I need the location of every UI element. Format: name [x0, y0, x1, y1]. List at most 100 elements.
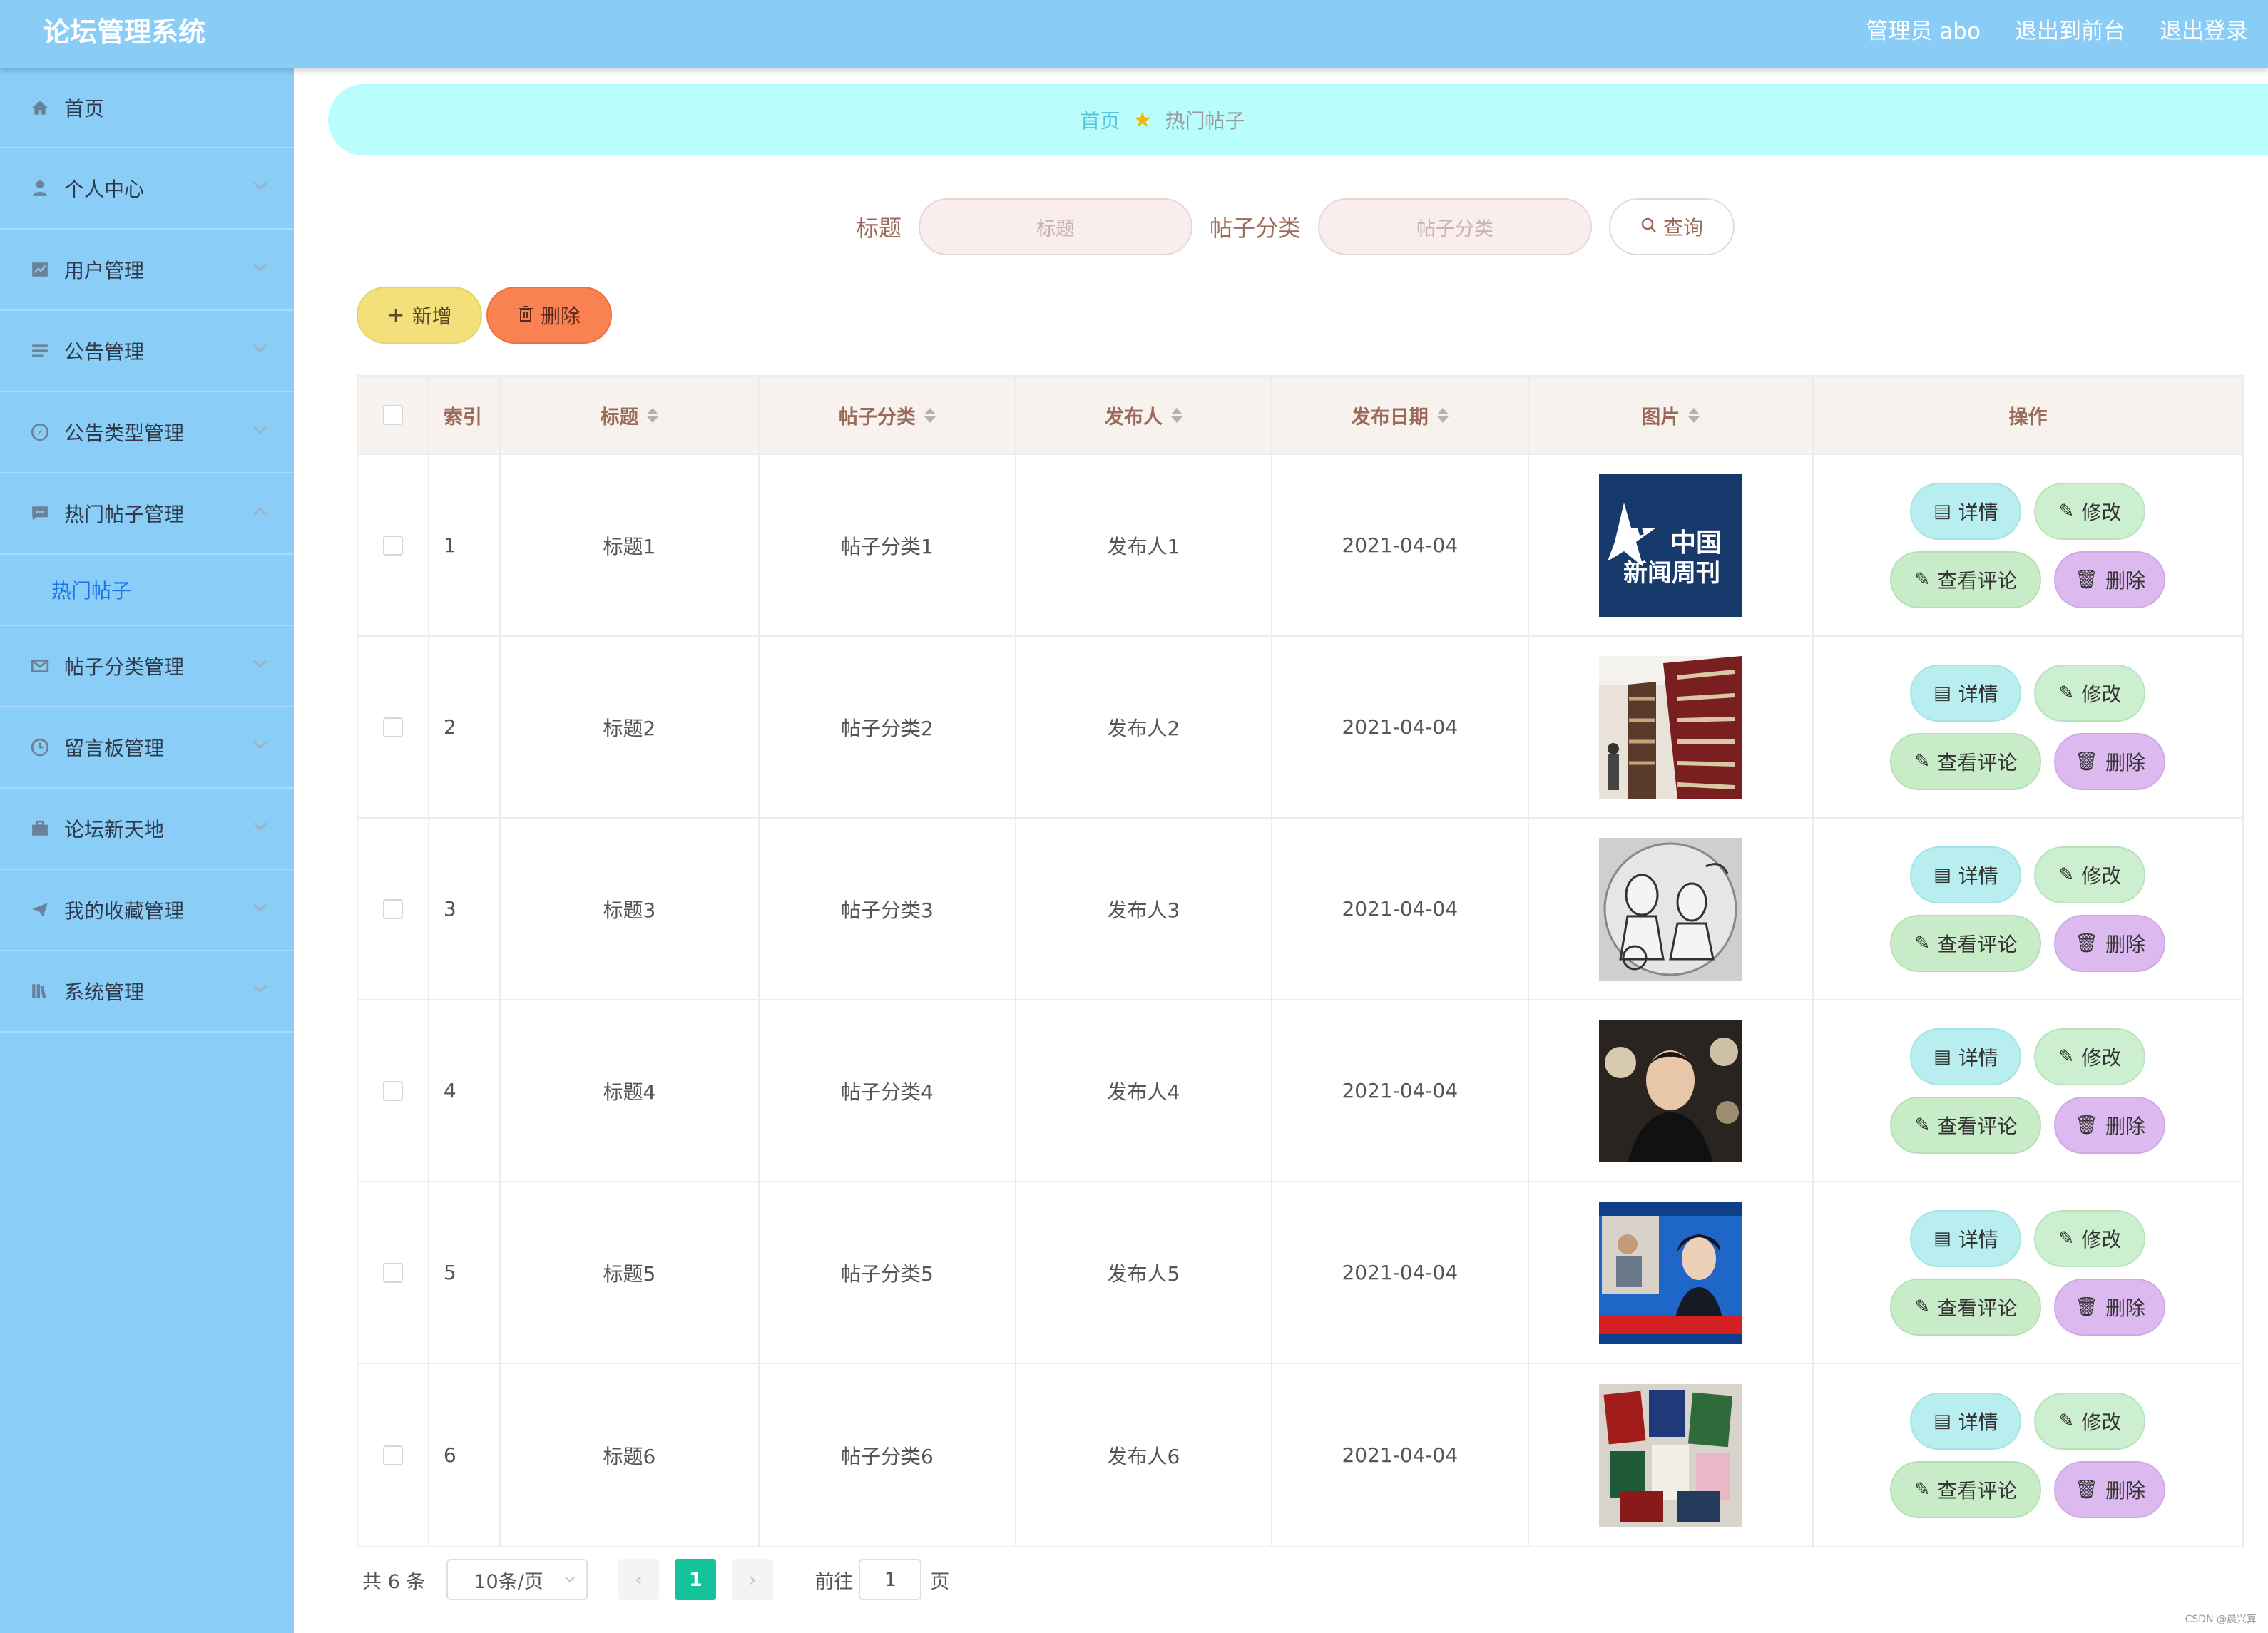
edit-button[interactable]: ✎ 修改	[2034, 1392, 2146, 1450]
edit-button[interactable]: ✎ 修改	[2034, 846, 2146, 903]
exit-to-front-link[interactable]: 退出到前台	[2015, 13, 2125, 45]
edit-button[interactable]: ✎ 修改	[2034, 664, 2146, 722]
search-form: 标题 标题 帖子分类 帖子分类 查询	[856, 198, 1735, 255]
image-cell	[1529, 637, 1814, 817]
edit-button[interactable]: ✎ 修改	[2034, 482, 2146, 540]
pencil-icon: ✎	[1914, 568, 1931, 590]
delete-button[interactable]: 🗑 删除	[2054, 1460, 2166, 1518]
view-comments-button[interactable]: ✎ 查看评论	[1890, 1096, 2042, 1154]
row-checkbox[interactable]	[382, 1262, 403, 1283]
sort-icon[interactable]	[647, 407, 659, 423]
post-thumbnail[interactable]	[1599, 655, 1742, 799]
header-date[interactable]: 发布日期	[1272, 377, 1529, 454]
sort-icon[interactable]	[1688, 407, 1700, 423]
sort-icon[interactable]	[1436, 407, 1449, 423]
sort-icon[interactable]	[1170, 407, 1182, 423]
detail-button[interactable]: ▤ 详情	[1910, 664, 2022, 722]
admin-label: 管理员 abo	[1866, 19, 1981, 44]
document-icon: ▤	[1934, 1045, 1951, 1068]
sidebar-item-system[interactable]: 系统管理	[0, 951, 294, 1033]
post-thumbnail[interactable]	[1599, 1019, 1742, 1162]
sidebar-item-hot-posts[interactable]: 热门帖子管理	[0, 473, 294, 555]
batch-delete-button[interactable]: 删除	[486, 287, 612, 344]
sidebar-item-users[interactable]: 用户管理	[0, 230, 294, 311]
query-button-label: 查询	[1663, 216, 1704, 240]
top-right-links: 管理员 abo 退出到前台 退出登录	[1866, 13, 2249, 45]
detail-button[interactable]: ▤ 详情	[1910, 846, 2022, 903]
row-checkbox-cell	[358, 637, 429, 817]
top-navbar: 论坛管理系统 管理员 abo 退出到前台 退出登录	[0, 0, 2268, 68]
delete-button[interactable]: 🗑 删除	[2054, 551, 2166, 608]
pencil-icon: ✎	[1914, 1296, 1931, 1318]
logout-link[interactable]: 退出登录	[2160, 13, 2248, 45]
publisher-cell: 发布人6	[1016, 1364, 1273, 1546]
ops-cell: ▤ 详情 ✎ 修改 ✎ 查看评论 🗑 删除	[1814, 455, 2242, 635]
sidebar-item-message-board[interactable]: 留言板管理	[0, 707, 294, 789]
view-comments-button[interactable]: ✎ 查看评论	[1890, 732, 2042, 790]
table-row: 5 标题5 帖子分类5 发布人5 2021-04-04 ▤ 详情 ✎ 修改 ✎ …	[358, 1182, 2242, 1364]
sidebar-item-label: 用户管理	[64, 259, 145, 282]
delete-button[interactable]: 🗑 删除	[2054, 732, 2166, 790]
header-title[interactable]: 标题	[501, 377, 760, 454]
sidebar-item-notice-types[interactable]: 公告类型管理	[0, 392, 294, 473]
page-number-current[interactable]: 1	[675, 1559, 717, 1600]
edit-button[interactable]: ✎ 修改	[2034, 1028, 2146, 1085]
page-size-select[interactable]: 10条/页	[446, 1559, 588, 1600]
sidebar-item-home[interactable]: 首页	[0, 68, 294, 148]
delete-button[interactable]: 🗑 删除	[2054, 1278, 2166, 1336]
sidebar-item-post-categories[interactable]: 帖子分类管理	[0, 626, 294, 707]
prev-page-button[interactable]: ‹	[618, 1559, 660, 1600]
category-search-input[interactable]: 帖子分类	[1318, 198, 1593, 255]
detail-button[interactable]: ▤ 详情	[1910, 482, 2022, 540]
add-button[interactable]: + 新增	[357, 287, 482, 344]
sidebar-subitem-hot-posts[interactable]: 热门帖子	[0, 555, 294, 626]
row-checkbox[interactable]	[382, 535, 403, 556]
row-checkbox[interactable]	[382, 899, 403, 919]
next-page-button[interactable]: ›	[732, 1559, 774, 1600]
pencil-icon: ✎	[2058, 1227, 2075, 1249]
title-search-input[interactable]: 标题	[919, 198, 1193, 255]
detail-label: 详情	[1958, 682, 1998, 706]
breadcrumb-current: 热门帖子	[1165, 109, 1245, 133]
pencil-icon: ✎	[2058, 500, 2075, 522]
pencil-icon: ✎	[2058, 864, 2075, 886]
trash-icon: 🗑	[2074, 750, 2098, 772]
header-publisher[interactable]: 发布人	[1016, 377, 1273, 454]
sidebar-item-personal[interactable]: 个人中心	[0, 148, 294, 230]
detail-button[interactable]: ▤ 详情	[1910, 1028, 2022, 1085]
row-checkbox[interactable]	[382, 717, 403, 737]
view-comments-button[interactable]: ✎ 查看评论	[1890, 1460, 2042, 1518]
view-comments-button[interactable]: ✎ 查看评论	[1890, 914, 2042, 972]
select-all-checkbox[interactable]	[382, 405, 403, 425]
post-thumbnail[interactable]	[1599, 1383, 1742, 1527]
comment-label: 查看评论	[1937, 1296, 2018, 1320]
post-thumbnail[interactable]: 中国 新闻周刊	[1599, 473, 1742, 617]
breadcrumb-home-link[interactable]: 首页	[1081, 106, 1120, 134]
edit-label: 修改	[2081, 682, 2122, 706]
chevron-up-icon	[253, 507, 267, 521]
goto-page-input[interactable]: 1	[859, 1559, 922, 1600]
row-checkbox-cell	[358, 1364, 429, 1546]
detail-button[interactable]: ▤ 详情	[1910, 1209, 2022, 1267]
sidebar-item-notices[interactable]: 公告管理	[0, 311, 294, 392]
view-comments-button[interactable]: ✎ 查看评论	[1890, 1278, 2042, 1336]
post-thumbnail[interactable]	[1599, 837, 1742, 981]
row-checkbox[interactable]	[382, 1445, 403, 1465]
sidebar-item-favorites[interactable]: 我的收藏管理	[0, 870, 294, 951]
edit-button[interactable]: ✎ 修改	[2034, 1209, 2146, 1267]
detail-button[interactable]: ▤ 详情	[1910, 1392, 2022, 1450]
header-category[interactable]: 帖子分类	[760, 377, 1016, 454]
post-thumbnail[interactable]	[1599, 1201, 1742, 1344]
chevron-down-icon	[253, 257, 267, 272]
row-checkbox[interactable]	[382, 1080, 403, 1101]
sidebar-item-forum-world[interactable]: 论坛新天地	[0, 789, 294, 870]
sort-icon[interactable]	[924, 407, 936, 423]
view-comments-button[interactable]: ✎ 查看评论	[1890, 551, 2042, 608]
publisher-cell: 发布人4	[1016, 1000, 1273, 1181]
delete-button[interactable]: 🗑 删除	[2054, 914, 2166, 972]
delete-button[interactable]: 🗑 删除	[2054, 1096, 2166, 1154]
ops-cell: ▤ 详情 ✎ 修改 ✎ 查看评论 🗑 删除	[1814, 1182, 2242, 1363]
query-button[interactable]: 查询	[1609, 198, 1735, 255]
pencil-icon: ✎	[1914, 1478, 1931, 1500]
header-image[interactable]: 图片	[1529, 377, 1814, 454]
